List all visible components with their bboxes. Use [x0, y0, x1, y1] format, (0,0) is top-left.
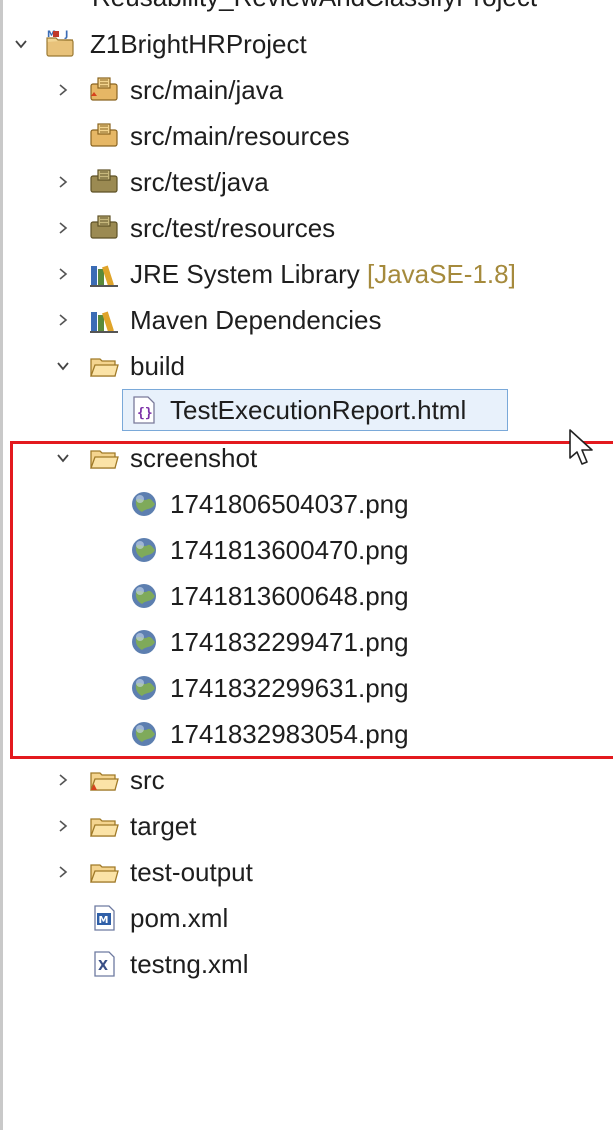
chevron-right-icon[interactable] — [50, 252, 76, 296]
tree-item-label: 1741813600470.png — [170, 535, 409, 565]
tree-item-screenshot[interactable]: screenshot — [0, 436, 613, 480]
globe-icon — [128, 672, 160, 704]
folder-icon — [88, 442, 120, 474]
tree-item-label: TestExecutionReport.html — [170, 395, 467, 425]
tree-item-src-main-resources[interactable]: src/main/resources — [0, 114, 613, 158]
folder-icon — [88, 856, 120, 888]
tree-item-label: src — [130, 765, 165, 795]
tree-item-testng-xml[interactable]: X testng.xml — [0, 942, 613, 986]
maven-project-icon: M J — [44, 28, 76, 60]
globe-icon — [128, 580, 160, 612]
tree-item-png-file[interactable]: 1741832299471.png — [0, 620, 613, 664]
tree-item-label: target — [130, 811, 197, 841]
tree-item-png-file[interactable]: 1741832983054.png — [0, 712, 613, 756]
mouse-cursor-icon — [568, 428, 596, 468]
source-package-icon — [88, 120, 120, 152]
tree-item-label: Maven Dependencies — [130, 305, 382, 335]
chevron-right-icon[interactable] — [50, 758, 76, 802]
chevron-down-icon[interactable] — [8, 22, 34, 66]
tree-item-label: test-output — [130, 857, 253, 887]
svg-text:X: X — [98, 959, 108, 974]
tree-item-label: 1741832299631.png — [170, 673, 409, 703]
svg-text:{}: {} — [137, 406, 153, 421]
tree-item-pom-xml[interactable]: M pom.xml — [0, 896, 613, 940]
chevron-down-icon[interactable] — [50, 436, 76, 480]
tree-item-test-execution-report[interactable]: {} TestExecutionReport.html — [0, 388, 613, 432]
tree-item-png-file[interactable]: 1741813600470.png — [0, 528, 613, 572]
folder-icon — [88, 350, 120, 382]
xml-file-icon: X — [88, 948, 120, 980]
tree-item-png-file[interactable]: 1741832299631.png — [0, 666, 613, 710]
tree-item-label: pom.xml — [130, 903, 229, 933]
svg-text:J: J — [64, 30, 68, 40]
tree-item-maven-dependencies[interactable]: Maven Dependencies — [0, 298, 613, 342]
tree-item-src[interactable]: src — [0, 758, 613, 802]
tree-item-label: build — [130, 351, 185, 381]
globe-icon — [128, 488, 160, 520]
tree-item-project[interactable]: M J Z1BrightHRProject — [0, 22, 613, 66]
tree-item-label: 1741806504037.png — [170, 489, 409, 519]
chevron-right-icon[interactable] — [50, 298, 76, 342]
tree-item-build[interactable]: build — [0, 344, 613, 388]
test-package-icon — [88, 166, 120, 198]
library-icon — [88, 258, 120, 290]
library-name: JRE System Library — [130, 259, 360, 289]
tree-item-label: src/test/java — [130, 167, 269, 197]
tree-item-label: src/main/resources — [130, 121, 350, 151]
chevron-right-icon[interactable] — [50, 804, 76, 848]
folder-icon — [88, 810, 120, 842]
tree-item-label: 1741813600648.png — [170, 581, 409, 611]
globe-icon — [128, 534, 160, 566]
tree-item-target[interactable]: target — [0, 804, 613, 848]
tree-item-label: Z1BrightHRProject — [90, 29, 307, 59]
tree-item-label: screenshot — [130, 443, 258, 473]
chevron-right-icon[interactable] — [50, 206, 76, 250]
chevron-right-icon[interactable] — [50, 68, 76, 112]
chevron-right-icon[interactable] — [50, 850, 76, 894]
test-package-icon — [88, 212, 120, 244]
svg-text:M: M — [99, 915, 109, 926]
tree-item-label: testng.xml — [130, 949, 249, 979]
tree-item-jre-system-library[interactable]: JRE System Library [JavaSE-1.8] — [0, 252, 613, 296]
chevron-down-icon[interactable] — [50, 344, 76, 388]
library-icon — [88, 304, 120, 336]
chevron-right-icon[interactable] — [50, 160, 76, 204]
maven-file-icon: M — [88, 902, 120, 934]
source-package-icon — [88, 74, 120, 106]
library-version: [JavaSE-1.8] — [366, 259, 516, 289]
tree-item-png-file[interactable]: 1741806504037.png — [0, 482, 613, 526]
tree-item-label: JRE System Library [JavaSE-1.8] — [130, 252, 516, 296]
tree-item-src-test-java[interactable]: src/test/java — [0, 160, 613, 204]
tree-item-label: 1741832983054.png — [170, 719, 409, 749]
folder-icon — [88, 764, 120, 796]
tree-item-label: src/main/java — [130, 75, 284, 105]
globe-icon — [128, 626, 160, 658]
tree-item-png-file[interactable]: 1741813600648.png — [0, 574, 613, 618]
tree-item-clipped[interactable]: Reusability_ReviewAndClassifyProject — [92, 0, 537, 13]
tree-item-label: src/test/resources — [130, 213, 336, 243]
html-file-icon: {} — [128, 394, 160, 426]
tree-item-src-main-java[interactable]: src/main/java — [0, 68, 613, 112]
tree-item-label: 1741832299471.png — [170, 627, 409, 657]
globe-icon — [128, 718, 160, 750]
tree-item-test-output[interactable]: test-output — [0, 850, 613, 894]
tree-item-src-test-resources[interactable]: src/test/resources — [0, 206, 613, 250]
